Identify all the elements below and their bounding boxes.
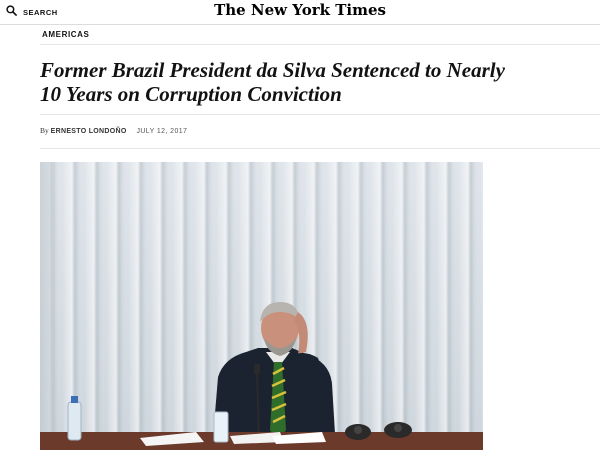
masthead-logo[interactable]: The New York Times [214,1,386,19]
divider [40,148,600,149]
search-button[interactable]: SEARCH [6,4,58,20]
byline-prefix: By [40,126,49,135]
author-name[interactable]: ERNESTO LONDOÑO [51,128,127,135]
byline: By ERNESTO LONDOÑO JULY 12, 2017 [40,126,187,135]
search-label: SEARCH [23,7,58,17]
top-bar: SEARCH The New York Times [0,0,600,25]
search-icon [6,3,17,21]
section-label[interactable]: AMERICAS [42,30,89,39]
article-photo [40,162,483,450]
divider [40,44,600,45]
divider [40,114,600,115]
article-headline: Former Brazil President da Silva Sentenc… [40,58,505,106]
publish-date: JULY 12, 2017 [136,128,188,135]
